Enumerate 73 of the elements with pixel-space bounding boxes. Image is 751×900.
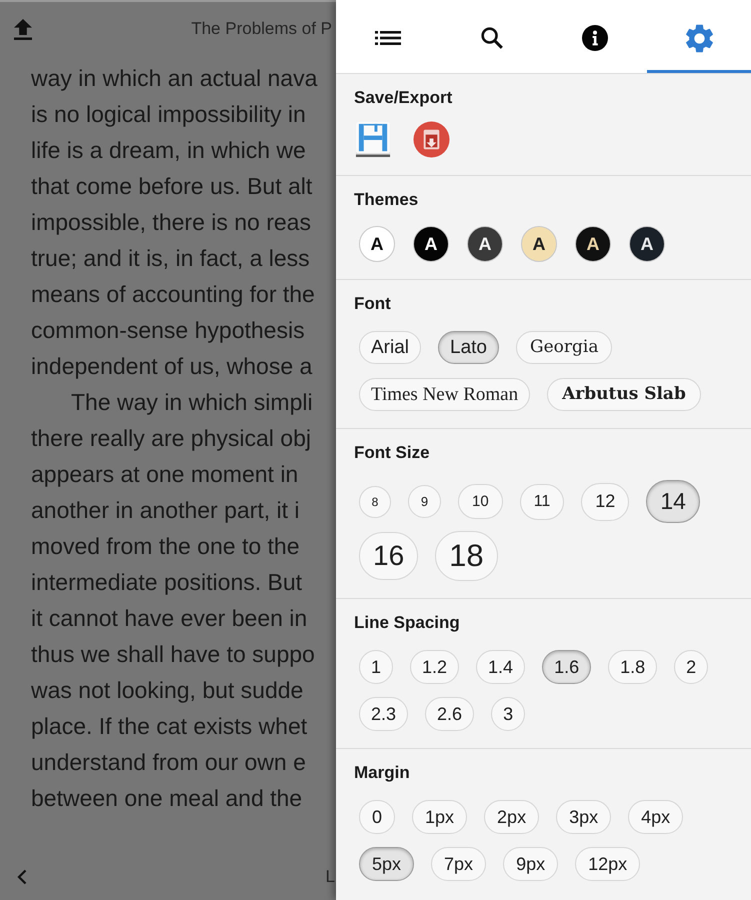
reader-text-line: there really are physical obj bbox=[31, 424, 311, 453]
theme-button[interactable]: A bbox=[467, 226, 503, 262]
margin-option[interactable]: 2px bbox=[484, 800, 540, 834]
theme-button[interactable]: A bbox=[629, 226, 665, 262]
font-size-option[interactable]: 11 bbox=[520, 484, 564, 520]
section-heading: Font bbox=[354, 293, 391, 315]
document-download-icon[interactable] bbox=[413, 121, 450, 158]
reader-text-line: thus we shall have to suppo bbox=[31, 640, 315, 669]
font-size-option[interactable]: 8 bbox=[359, 486, 391, 518]
margin-option[interactable]: 9px bbox=[503, 847, 558, 881]
margin-option[interactable]: 4px bbox=[628, 800, 684, 834]
font-option[interactable]: Georgia bbox=[516, 331, 612, 364]
reader-text-line: independent of us, whose a bbox=[31, 352, 312, 381]
reader-text-line: life is a dream, in which we bbox=[31, 136, 306, 165]
theme-button[interactable]: A bbox=[575, 226, 611, 262]
chevron-left-icon[interactable] bbox=[17, 869, 27, 885]
font-size-option[interactable]: 18 bbox=[435, 531, 498, 581]
line-spacing-option[interactable]: 1.8 bbox=[608, 650, 658, 684]
reader-text-line: moved from the one to the bbox=[31, 532, 300, 561]
reader-text-line: impossible, there is no reas bbox=[31, 208, 311, 237]
footer-text: L bbox=[326, 867, 335, 887]
reader-text-line: understand from our own e bbox=[31, 748, 306, 777]
font-option[interactable]: Lato bbox=[438, 331, 499, 364]
info-icon bbox=[582, 25, 608, 51]
reader-text-line: common-sense hypothesis bbox=[31, 316, 305, 345]
section-heading: Save/Export bbox=[354, 87, 452, 109]
reader-text-line: appears at one moment in bbox=[31, 460, 298, 489]
upload-icon[interactable] bbox=[14, 18, 32, 40]
line-spacing-option[interactable]: 2.3 bbox=[359, 697, 408, 731]
theme-button[interactable]: A bbox=[359, 226, 395, 262]
font-option[interactable]: Arbutus Slab bbox=[547, 378, 701, 411]
font-size-option[interactable]: 10 bbox=[458, 484, 503, 519]
section-heading: Font Size bbox=[354, 442, 430, 464]
font-option[interactable]: Arial bbox=[359, 331, 422, 364]
reader-text-line: intermediate positions. But bbox=[31, 568, 302, 597]
margin-option[interactable]: 0 bbox=[359, 800, 396, 834]
margin-option[interactable]: 12px bbox=[575, 847, 640, 881]
margin-option[interactable]: 7px bbox=[431, 847, 486, 881]
section-heading: Themes bbox=[354, 189, 418, 211]
reader-text-line: true; and it is, in fact, a less bbox=[31, 244, 310, 273]
font-size-option[interactable]: 14 bbox=[646, 480, 700, 523]
margin-option[interactable]: 3px bbox=[556, 800, 612, 834]
line-spacing-option[interactable]: 1.2 bbox=[410, 650, 460, 684]
margin-option[interactable]: 5px bbox=[359, 847, 414, 881]
section-heading: Margin bbox=[354, 762, 410, 784]
reader-text-line: it cannot have ever been in bbox=[31, 604, 308, 633]
line-spacing-option[interactable]: 1 bbox=[359, 650, 394, 684]
theme-button[interactable]: A bbox=[413, 226, 449, 262]
search-icon bbox=[480, 27, 503, 49]
line-spacing-option[interactable]: 2.6 bbox=[425, 697, 474, 731]
reader-text-line: another in another part, it i bbox=[31, 496, 300, 525]
line-spacing-option[interactable]: 1.4 bbox=[476, 650, 526, 684]
reader-text-line: that come before us. But alt bbox=[31, 172, 312, 201]
font-size-option[interactable]: 16 bbox=[359, 532, 418, 580]
font-option[interactable]: Times New Roman bbox=[359, 378, 530, 411]
theme-button[interactable]: A bbox=[521, 226, 557, 262]
settings-icon bbox=[686, 24, 713, 52]
reader-text-line: way in which an actual nava bbox=[31, 64, 318, 93]
list-icon bbox=[374, 31, 401, 45]
section-heading: Line Spacing bbox=[354, 612, 460, 634]
margin-option[interactable]: 1px bbox=[412, 800, 468, 834]
book-title: The Problems of P bbox=[191, 19, 332, 39]
reader-text-line: was not looking, but sudde bbox=[31, 676, 304, 705]
line-spacing-option[interactable]: 1.6 bbox=[542, 650, 592, 684]
reader-text-line: place. If the cat exists whet bbox=[31, 712, 308, 741]
font-size-option[interactable]: 12 bbox=[581, 482, 630, 520]
reader-text-line: means of accounting for the bbox=[31, 280, 315, 309]
font-size-option[interactable]: 9 bbox=[408, 485, 441, 518]
reader-text-line: between one meal and the bbox=[31, 784, 302, 813]
line-spacing-option[interactable]: 2 bbox=[674, 650, 708, 684]
reader-text-line: The way in which simpli bbox=[71, 388, 313, 417]
reader-text-line: is no logical impossibility in bbox=[31, 100, 306, 129]
line-spacing-option[interactable]: 3 bbox=[491, 697, 526, 731]
